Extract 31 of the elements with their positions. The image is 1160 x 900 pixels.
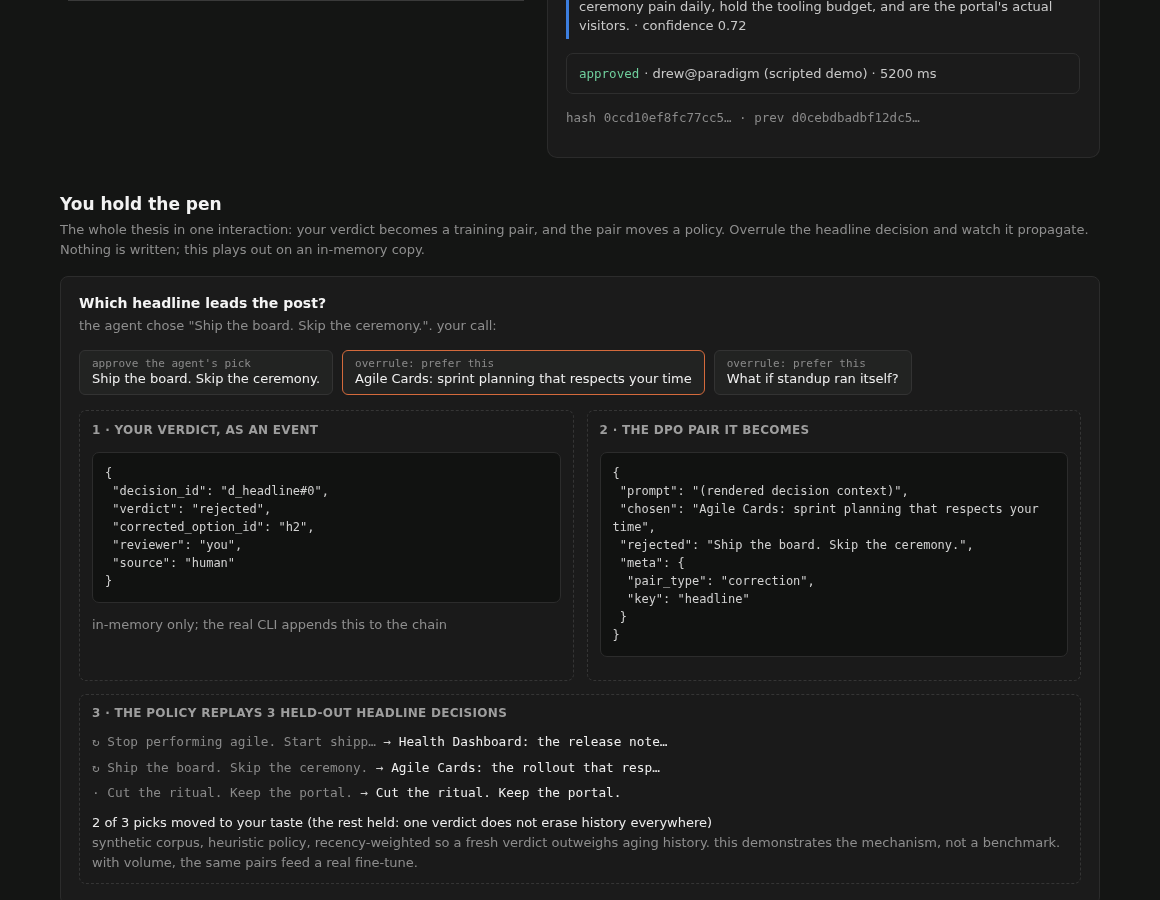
replay-marker: · (92, 784, 100, 802)
decision-question: Which headline leads the post? (79, 294, 327, 313)
replay-marker: ↻ (92, 733, 100, 751)
hash-line: hash 0ccd10ef8fc77cc5… · prev d0cebdbadbf12dc5… (566, 109, 921, 127)
original-headline: Stop performing agile. Start shipp… (107, 733, 376, 751)
replayed-headline: Cut the ritual. Keep the portal. (375, 784, 622, 802)
section-description: The whole thesis in one interaction: your verdict becomes a training pair, and the pair moves a policy. Overrule the headline decision and watch it propagate. Nothing is written; this plays out on an in-memory copy. (60, 221, 1090, 259)
replay-arrow: → (375, 758, 384, 777)
code-block: { "decision_id": "d_headline#0", "verdict": "rejected", "corrected_option_id": "h2", "reviewer": "you", "source": "human" } (92, 452, 561, 603)
headline-option[interactable]: overrule: prefer this What if standup ran itself? (713, 350, 912, 395)
replayed-headline: Health Dashboard: the release note… (398, 733, 668, 751)
step-note: in-memory only; the real CLI appends this to the chain (92, 616, 449, 634)
approval-detail: · drew@paradigm (scripted demo) · 5200 ms (644, 65, 937, 83)
step-heading: 3 · THE POLICY REPLAYS 3 HELD-OUT HEADLINE DECISIONS (92, 705, 509, 722)
code-block: { "prompt": "(rendered decision context)", "chosen": "Agile Cards: sprint planning that respects your time", "rejected": "Ship the board. Skip the ceremony.", "meta": { "pair_type": "correction", "key": "headline" } } (599, 452, 1068, 657)
original-headline: Cut the ritual. Keep the portal. (107, 784, 353, 802)
original-headline: Ship the board. Skip the ceremony. (107, 758, 369, 777)
replayed-headline: Agile Cards: the rollout that resp… (391, 758, 660, 777)
replay-arrow: → (360, 784, 369, 802)
approval-status: approved (579, 65, 640, 83)
replay-marker: ↻ (92, 758, 100, 777)
decision-context: the agent chose "Ship the board. Skip the ceremony.". your call: (79, 317, 498, 335)
rationale-quote: ceremony pain daily, hold the tooling budget, and are the portal's actual visitors. · confidence 0.72 (566, 0, 1080, 39)
step-heading: 2 · THE DPO PAIR IT BECOMES (599, 422, 811, 439)
replay-summary: 2 of 3 picks moved to your taste (the rest held: one verdict does not erase history everywhere) (92, 814, 714, 832)
replay-arrow: → (383, 733, 392, 751)
replay-caveat: synthetic corpus, heuristic policy, recency-weighted so a fresh verdict outweighs aging history. this demonstrates the mechanism, not a benchmark. with volume, the same pairs feed a real fine-tune. (92, 834, 1062, 872)
step-heading: 1 · YOUR VERDICT, AS AN EVENT (92, 422, 320, 439)
headline-option[interactable]: approve the agent's pick Ship the board. Skip the ceremony. (79, 350, 334, 395)
headline-option[interactable]: overrule: prefer this Agile Cards: sprint planning that respects your time (342, 350, 705, 395)
section-heading: You hold the pen (60, 193, 223, 216)
